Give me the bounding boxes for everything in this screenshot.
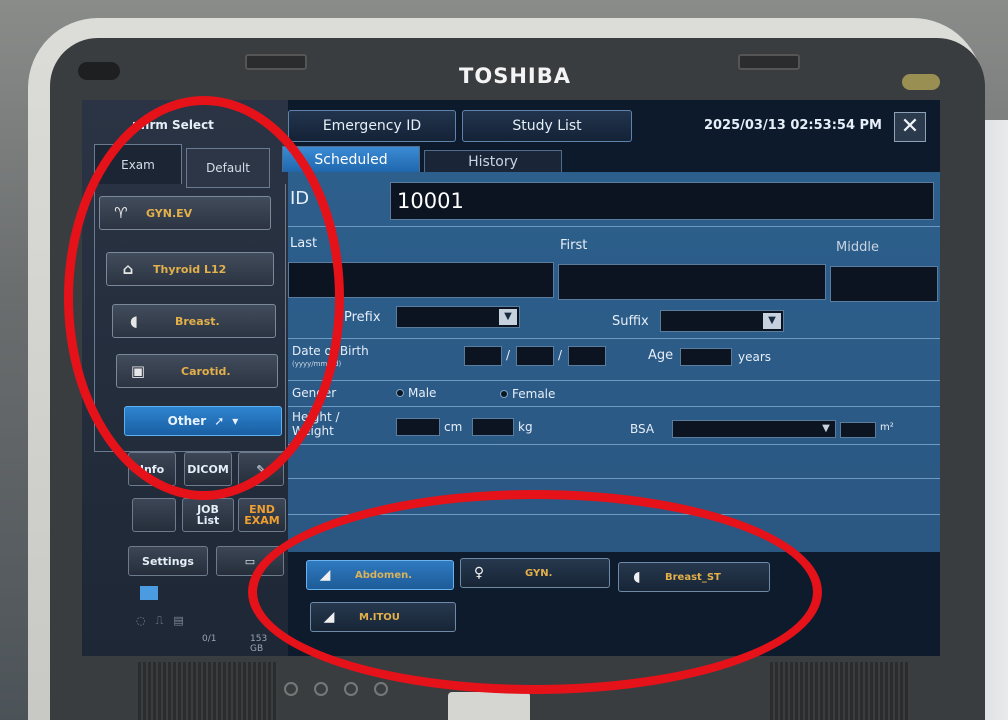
id-input[interactable]: 10001 — [390, 182, 934, 220]
usb-icon: ⎍ — [155, 614, 164, 627]
chevron-down-icon: ▼ — [499, 309, 517, 325]
divider — [288, 380, 940, 381]
emergency-id-button[interactable]: Emergency ID — [288, 110, 456, 142]
datetime: 2025/03/13 02:53:54 PM — [703, 118, 882, 133]
prefix-label: Prefix — [344, 310, 381, 325]
status-icons: ◌ ⎍ ▤ — [136, 614, 184, 628]
chevron-down-icon: ▼ — [822, 423, 830, 434]
m2-label: m² — [880, 422, 894, 433]
middle-name-input[interactable] — [830, 266, 938, 302]
female-radio[interactable] — [500, 390, 508, 398]
top-bar: Emergency ID Study List 2025/03/13 02:53… — [288, 100, 940, 146]
suffix-select[interactable]: ▼ — [660, 310, 784, 332]
weight-input[interactable] — [472, 418, 514, 436]
speaker-grille-right — [770, 662, 910, 720]
dob-separator: / — [506, 348, 511, 362]
bsa-formula-select[interactable]: ▼ — [672, 420, 836, 438]
suffix-label: Suffix — [612, 314, 649, 329]
monitor-latch — [448, 692, 530, 720]
keyboard-icon: ▭ — [244, 554, 256, 568]
age-input[interactable] — [680, 348, 732, 366]
close-button[interactable]: ✕ — [894, 112, 926, 142]
prefix-select[interactable]: ▼ — [396, 306, 520, 328]
drive-icon: ▤ — [173, 614, 184, 627]
queue-count: 0/1 — [202, 634, 217, 644]
height-input[interactable] — [396, 418, 440, 436]
male-radio[interactable] — [396, 389, 404, 397]
divider — [288, 338, 940, 339]
female-label: Female — [512, 387, 556, 401]
dob-year-input[interactable] — [464, 346, 502, 366]
chevron-down-icon: ▼ — [763, 313, 781, 329]
annotation-ring-bottom — [248, 490, 822, 694]
hinge-right — [738, 54, 800, 70]
dob-day-input[interactable] — [568, 346, 606, 366]
divider — [288, 406, 940, 407]
divider — [288, 478, 940, 479]
job-list-button[interactable]: JOB List — [182, 498, 234, 532]
cm-label: cm — [444, 420, 463, 434]
indicator-light — [78, 62, 120, 80]
years-label: years — [738, 350, 772, 364]
study-list-button[interactable]: Study List — [462, 110, 632, 142]
bsa-label: BSA — [630, 422, 655, 436]
dob-separator: / — [558, 348, 563, 362]
divider — [288, 226, 940, 227]
first-name-label: First — [560, 238, 588, 253]
kg-label: kg — [518, 420, 533, 434]
divider — [288, 444, 940, 445]
speaker-grille-left — [138, 662, 278, 720]
bsa-value[interactable] — [840, 422, 876, 438]
middle-name-label: Middle — [836, 240, 879, 255]
dob-month-input[interactable] — [516, 346, 554, 366]
hardware-buttons — [284, 682, 388, 696]
settings-button[interactable]: Settings — [128, 546, 208, 576]
annotation-ring-left — [64, 96, 344, 500]
blank-button[interactable] — [132, 498, 176, 532]
hinge-left — [245, 54, 307, 70]
close-icon: ✕ — [900, 114, 920, 139]
brand-logo: TOSHIBA — [459, 64, 571, 88]
end-exam-button[interactable]: END EXAM — [238, 498, 286, 532]
age-label: Age — [648, 348, 674, 363]
tab-history[interactable]: History — [424, 150, 562, 172]
male-label: Male — [408, 386, 437, 400]
net-icon: ◌ — [136, 614, 146, 627]
storage-icon — [140, 586, 158, 600]
first-name-input[interactable] — [558, 264, 826, 300]
indicator-light-right — [902, 74, 940, 90]
